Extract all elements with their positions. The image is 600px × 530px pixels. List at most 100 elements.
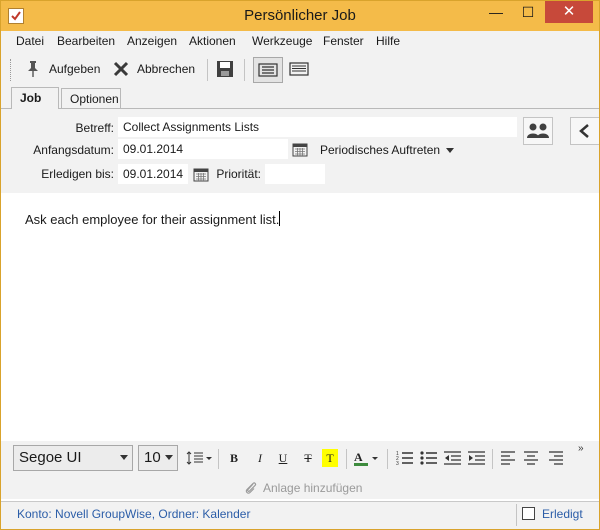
pin-icon — [28, 61, 38, 77]
line-spacing-button[interactable] — [185, 449, 213, 467]
start-calendar-icon[interactable] — [292, 143, 308, 157]
font-size-value: 10 — [144, 449, 161, 466]
line-spacing-icon — [186, 451, 212, 465]
chevron-down-icon — [446, 147, 455, 153]
start-date-label: Anfangsdatum: — [33, 143, 114, 157]
menu-bearbeiten[interactable]: Bearbeiten — [57, 34, 115, 48]
format-separator-2 — [346, 449, 347, 469]
decrease-indent-button[interactable] — [443, 449, 463, 467]
cancel-task-button[interactable]: Abbrechen — [113, 57, 195, 81]
message-body[interactable]: Ask each employee for their assignment l… — [1, 193, 599, 441]
priority-label: Priorität: — [216, 167, 261, 181]
numbered-list-button[interactable]: 123 — [395, 449, 415, 467]
status-account-folder: Konto: Novell GroupWise, Ordner: Kalende… — [17, 507, 251, 521]
format-separator-4 — [492, 449, 493, 469]
chevron-down-icon — [165, 455, 173, 460]
format-toolbar: Segoe UI 10 B I U T T A 123 » — [1, 441, 599, 477]
toolbar-overflow-button[interactable]: » — [578, 443, 584, 454]
people-icon — [527, 123, 549, 138]
close-button[interactable]: ✕ — [545, 1, 593, 23]
menu-aktionen[interactable]: Aktionen — [189, 34, 236, 48]
main-toolbar: Aufgeben Abbrechen — [1, 53, 599, 85]
cancel-label: Abbrechen — [137, 62, 196, 76]
paperclip-icon — [245, 482, 257, 494]
menu-bar: Datei Bearbeiten Anzeigen Aktionen Werkz… — [1, 31, 599, 53]
strikethrough-button[interactable]: T — [298, 449, 318, 467]
address-book-button[interactable] — [523, 117, 553, 145]
font-color-icon: A — [354, 450, 378, 466]
view-compact-button[interactable] — [285, 57, 315, 83]
menu-anzeigen[interactable]: Anzeigen — [127, 34, 177, 48]
align-right-button[interactable] — [546, 449, 566, 467]
view-full-button[interactable] — [253, 57, 283, 83]
done-checkbox[interactable] — [522, 507, 535, 520]
x-icon — [113, 61, 129, 77]
align-center-button[interactable] — [521, 449, 541, 467]
list-view-icon — [258, 63, 278, 77]
font-family-value: Segoe UI — [19, 449, 82, 466]
svg-text:3: 3 — [396, 461, 399, 467]
toolbar-separator — [207, 59, 208, 81]
recurrence-label: Periodisches Auftreten — [320, 143, 441, 157]
font-color-button[interactable]: A — [352, 449, 380, 467]
add-attachment-label: Anlage hinzufügen — [263, 481, 363, 495]
due-date-label: Erledigen bis: — [41, 167, 114, 181]
compact-view-icon — [289, 62, 309, 76]
subject-label: Betreff: — [75, 121, 114, 135]
app-checkmark-icon[interactable] — [8, 8, 24, 24]
status-bar: Konto: Novell GroupWise, Ordner: Kalende… — [1, 501, 599, 529]
outdent-icon — [444, 451, 461, 465]
done-label[interactable]: Erledigt — [542, 507, 583, 521]
subject-input[interactable] — [118, 117, 517, 137]
highlight-button[interactable]: T — [322, 449, 338, 467]
body-text-container: Ask each employee for their assignment l… — [25, 211, 281, 227]
italic-button[interactable]: I — [250, 449, 270, 467]
start-date-input[interactable] — [118, 139, 288, 159]
format-separator — [218, 449, 219, 469]
text-caret — [279, 211, 281, 226]
floppy-disk-icon — [217, 61, 233, 77]
priority-input[interactable] — [265, 164, 325, 184]
chevron-down-icon — [120, 455, 128, 460]
tab-strip: Job Optionen — [1, 85, 599, 110]
body-text: Ask each employee for their assignment l… — [25, 212, 280, 227]
toolbar-grip[interactable] — [10, 59, 13, 81]
delegate-label: Aufgeben — [49, 62, 101, 76]
menu-fenster[interactable]: Fenster — [323, 34, 364, 48]
tab-optionen[interactable]: Optionen — [61, 88, 121, 108]
tab-job[interactable]: Job — [11, 87, 59, 110]
delegate-button[interactable]: Aufgeben — [25, 57, 100, 81]
align-center-icon — [524, 451, 538, 465]
title-bar[interactable]: Persönlicher Job — ☐ ✕ — [1, 1, 599, 31]
underline-button[interactable]: U — [273, 449, 293, 467]
maximize-button[interactable]: ☐ — [513, 1, 543, 23]
add-attachment-button[interactable]: Anlage hinzufügen — [243, 480, 362, 496]
recurrence-dropdown[interactable]: Periodisches Auftreten — [320, 143, 455, 157]
due-date-input[interactable] — [118, 164, 188, 184]
minimize-button[interactable]: — — [481, 1, 511, 23]
bullet-list-icon — [420, 451, 437, 465]
bullet-list-button[interactable] — [419, 449, 439, 467]
task-window: Persönlicher Job — ☐ ✕ Datei Bearbeiten … — [0, 0, 600, 530]
save-button[interactable] — [216, 57, 234, 81]
format-separator-3 — [387, 449, 388, 469]
font-size-select[interactable]: 10 — [138, 445, 178, 471]
menu-werkzeuge[interactable]: Werkzeuge — [252, 34, 312, 48]
font-family-select[interactable]: Segoe UI — [13, 445, 133, 471]
align-left-button[interactable] — [498, 449, 518, 467]
align-right-icon — [549, 451, 563, 465]
svg-text:A: A — [354, 450, 363, 464]
chevron-left-icon — [579, 124, 589, 138]
align-left-icon — [501, 451, 515, 465]
menu-datei[interactable]: Datei — [16, 34, 44, 48]
numbered-list-icon: 123 — [396, 451, 413, 467]
menu-hilfe[interactable]: Hilfe — [376, 34, 400, 48]
due-calendar-icon[interactable] — [193, 168, 209, 182]
attachment-bar: Anlage hinzufügen — [1, 477, 599, 499]
increase-indent-button[interactable] — [467, 449, 487, 467]
task-header-fields: Betreff: Anfangsdatum: Periodisches Auft… — [1, 109, 599, 193]
toolbar-separator-2 — [244, 59, 245, 81]
status-divider — [516, 504, 517, 526]
bold-button[interactable]: B — [224, 449, 244, 467]
collapse-panel-button[interactable] — [570, 117, 599, 145]
